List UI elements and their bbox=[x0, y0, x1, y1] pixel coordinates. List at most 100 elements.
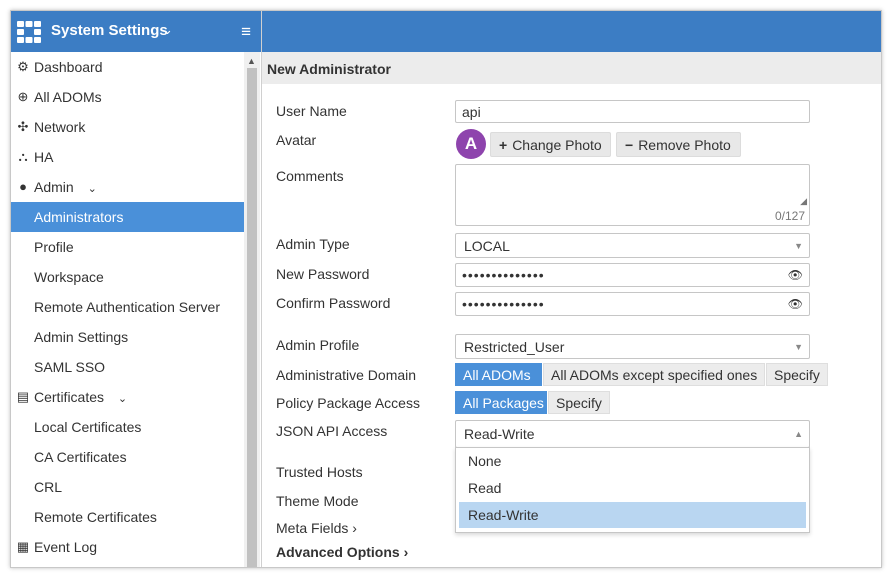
sidebar-item-label: Administrators bbox=[34, 209, 124, 225]
chevron-down-icon: ⌄ bbox=[117, 393, 128, 405]
sidebar-item-crl[interactable]: CRL bbox=[11, 472, 244, 502]
dropdown-arrow-icon: ▼ bbox=[794, 342, 803, 352]
sidebar-item-admin-settings[interactable]: Admin Settings bbox=[11, 322, 244, 352]
sidebar-item-label: Dashboard bbox=[34, 59, 103, 75]
user-icon: ● bbox=[19, 179, 27, 194]
policy-specify-option[interactable]: Specify bbox=[548, 391, 610, 414]
event-log-icon: ▦ bbox=[16, 539, 30, 554]
admin-type-select[interactable]: LOCAL ▼ bbox=[455, 233, 810, 258]
sidebar-item-label: Profile bbox=[34, 239, 74, 255]
meta-fields-label: Meta Fields bbox=[276, 520, 349, 536]
eye-icon[interactable]: 👁 bbox=[788, 264, 804, 287]
network-icon: ✣ bbox=[17, 119, 29, 134]
sidebar-item-workspace[interactable]: Workspace bbox=[11, 262, 244, 292]
sidebar-item-certificates[interactable]: ▤ Certificates ⌄ bbox=[11, 382, 244, 412]
dropdown-arrow-up-icon: ▲ bbox=[794, 429, 803, 439]
policy-all-packages-option[interactable]: All Packages bbox=[455, 391, 547, 414]
globe-icon: ⊕ bbox=[17, 89, 29, 104]
chevron-right-icon: › bbox=[352, 520, 357, 536]
admin-type-label: Admin Type bbox=[276, 236, 350, 252]
sidebar-item-ha[interactable]: ⛬ HA bbox=[11, 142, 244, 172]
sidebar-item-local-certificates[interactable]: Local Certificates bbox=[11, 412, 244, 442]
admin-profile-value: Restricted_User bbox=[464, 339, 565, 355]
remove-photo-button[interactable]: − Remove Photo bbox=[616, 132, 741, 157]
dropdown-option-read-write[interactable]: Read-Write bbox=[459, 502, 806, 528]
policy-package-label: Policy Package Access bbox=[276, 395, 420, 411]
user-name-label: User Name bbox=[276, 103, 347, 119]
adom-except-option[interactable]: All ADOMs except specified ones bbox=[543, 363, 765, 386]
scrollbar-thumb[interactable] bbox=[247, 68, 257, 567]
comments-counter: 0/127 bbox=[774, 209, 805, 223]
confirm-password-label: Confirm Password bbox=[276, 295, 391, 311]
dropdown-arrow-icon: ▼ bbox=[794, 241, 803, 251]
meta-fields-toggle[interactable]: Meta Fields › bbox=[276, 520, 357, 536]
sidebar-item-event-log[interactable]: ▦ Event Log bbox=[11, 532, 244, 562]
chevron-right-icon: › bbox=[403, 544, 409, 560]
adom-specify-option[interactable]: Specify bbox=[766, 363, 828, 386]
hamburger-menu-icon[interactable]: ≡ bbox=[241, 22, 251, 42]
app-window: System Settings ⌄ ≡ ⚙ Dashboard ⊕ All AD… bbox=[10, 10, 882, 568]
sidebar-title[interactable]: System Settings bbox=[51, 22, 168, 39]
sidebar-item-dashboard[interactable]: ⚙ Dashboard bbox=[11, 52, 244, 82]
page-title: New Administrator bbox=[267, 61, 391, 77]
json-api-select[interactable]: Read-Write ▲ bbox=[455, 420, 810, 448]
advanced-options-label: Advanced Options bbox=[276, 544, 400, 560]
admin-profile-label: Admin Profile bbox=[276, 337, 360, 353]
comments-label: Comments bbox=[276, 168, 344, 184]
theme-mode-label: Theme Mode bbox=[276, 493, 359, 509]
sidebar-scrollbar[interactable]: ▲ bbox=[244, 52, 260, 567]
dropdown-option-none[interactable]: None bbox=[459, 448, 806, 474]
sidebar: System Settings ⌄ ≡ ⚙ Dashboard ⊕ All AD… bbox=[11, 11, 262, 567]
advanced-options-toggle[interactable]: Advanced Options › bbox=[276, 544, 408, 560]
dashboard-icon: ⚙ bbox=[17, 59, 29, 74]
sidebar-item-label: Remote Certificates bbox=[34, 509, 157, 525]
sidebar-item-label: Admin Settings bbox=[34, 329, 129, 345]
trusted-hosts-label: Trusted Hosts bbox=[276, 464, 363, 480]
change-photo-label: Change Photo bbox=[512, 137, 602, 153]
confirm-password-input[interactable]: •••••••••••••• 👁 bbox=[455, 292, 810, 316]
admin-profile-select[interactable]: Restricted_User ▼ bbox=[455, 334, 810, 359]
resize-grip-icon[interactable]: ◢ bbox=[800, 196, 807, 207]
sidebar-header[interactable]: System Settings ⌄ ≡ bbox=[11, 11, 261, 52]
eye-icon[interactable]: 👁 bbox=[788, 293, 804, 316]
chevron-down-icon: ⌄ bbox=[87, 183, 97, 195]
sidebar-item-label: CRL bbox=[34, 479, 63, 495]
avatar: A bbox=[456, 129, 486, 159]
sidebar-item-label: Certificates bbox=[34, 389, 105, 405]
sidebar-item-profile[interactable]: Profile bbox=[11, 232, 244, 262]
remove-photo-label: Remove Photo bbox=[638, 137, 731, 153]
new-password-input[interactable]: •••••••••••••• 👁 bbox=[455, 263, 810, 287]
sidebar-item-admin[interactable]: ● Admin ⌄ bbox=[11, 172, 244, 202]
sidebar-item-network[interactable]: ✣ Network bbox=[11, 112, 244, 142]
sidebar-item-label: Local Certificates bbox=[34, 419, 142, 435]
sidebar-item-label: Network bbox=[34, 119, 86, 135]
ha-icon: ⛬ bbox=[18, 149, 28, 164]
scroll-up-arrow-icon[interactable]: ▲ bbox=[247, 56, 256, 66]
admin-domain-label: Administrative Domain bbox=[276, 367, 417, 383]
change-photo-button[interactable]: + Change Photo bbox=[490, 132, 611, 157]
sidebar-item-remote-auth-server[interactable]: Remote Authentication Server bbox=[11, 292, 244, 322]
sidebar-item-administrators[interactable]: Administrators bbox=[11, 202, 244, 232]
top-bar bbox=[262, 11, 881, 52]
sidebar-item-label: Event Log bbox=[34, 539, 98, 555]
plus-icon: + bbox=[499, 137, 508, 153]
chevron-down-icon[interactable]: ⌄ bbox=[162, 22, 173, 38]
comments-textarea[interactable]: ◢ 0/127 bbox=[455, 164, 810, 226]
new-password-value: •••••••••••••• bbox=[462, 267, 545, 283]
sidebar-item-label: SAML SSO bbox=[34, 359, 106, 375]
json-api-value: Read-Write bbox=[464, 426, 535, 442]
sidebar-item-all-adoms[interactable]: ⊕ All ADOMs bbox=[11, 82, 244, 112]
sidebar-item-remote-certificates[interactable]: Remote Certificates bbox=[11, 502, 244, 532]
json-api-dropdown: None Read Read-Write bbox=[455, 447, 810, 533]
new-password-label: New Password bbox=[276, 266, 370, 282]
dropdown-option-read[interactable]: Read bbox=[459, 475, 806, 501]
certificate-icon: ▤ bbox=[16, 389, 30, 404]
user-name-input[interactable]: api bbox=[455, 100, 810, 123]
sidebar-item-saml-sso[interactable]: SAML SSO bbox=[11, 352, 244, 382]
sidebar-item-ca-certificates[interactable]: CA Certificates bbox=[11, 442, 244, 472]
admin-type-value: LOCAL bbox=[464, 238, 510, 254]
adom-all-option[interactable]: All ADOMs bbox=[455, 363, 542, 386]
sidebar-item-label: Remote Authentication Server bbox=[34, 299, 220, 315]
json-api-label: JSON API Access bbox=[276, 423, 388, 439]
fortinet-logo-icon bbox=[17, 21, 41, 43]
